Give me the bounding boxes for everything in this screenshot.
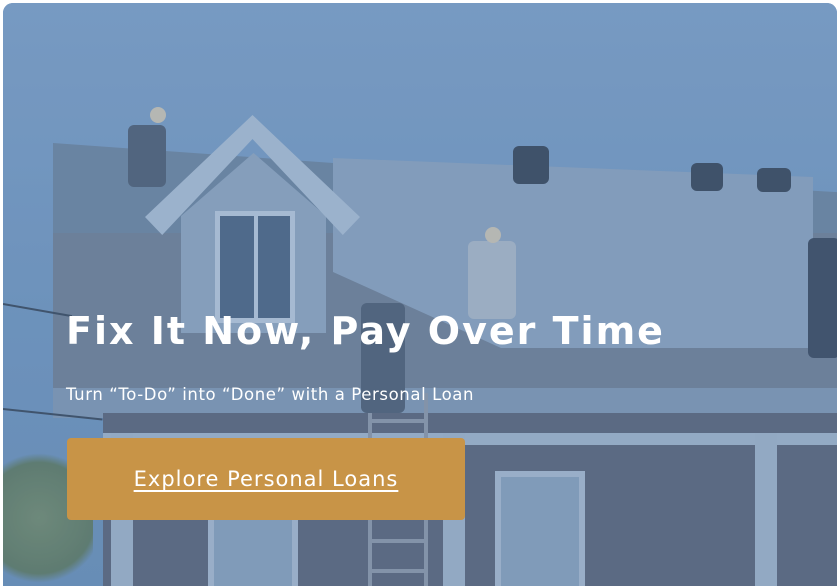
hero-subtitle: Turn “To-Do” into “Done” with a Personal… <box>66 385 475 404</box>
hero-banner: Fix It Now, Pay Over Time Turn “To-Do” i… <box>3 3 837 586</box>
explore-personal-loans-button[interactable]: Explore Personal Loans <box>67 438 465 520</box>
hero-title: Fix It Now, Pay Over Time <box>66 309 665 353</box>
explore-personal-loans-link[interactable]: Explore Personal Loans <box>134 467 399 491</box>
